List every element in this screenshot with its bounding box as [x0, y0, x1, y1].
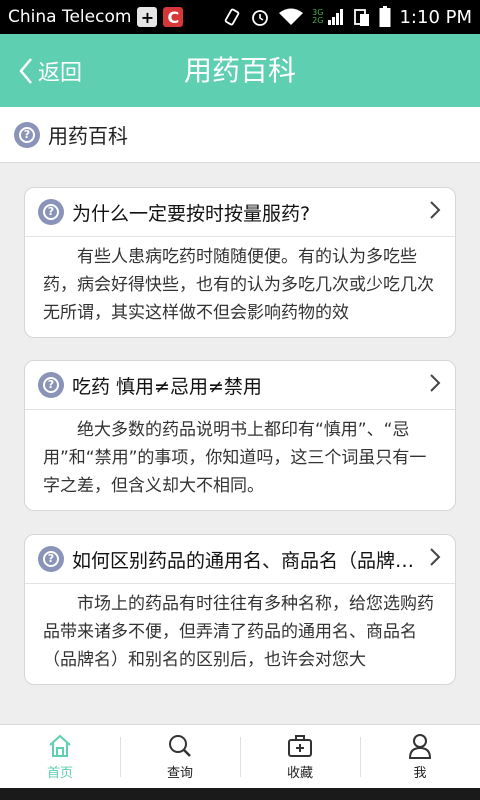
chevron-right-icon	[429, 373, 441, 397]
user-icon	[407, 733, 433, 759]
network-2g-label: 2G	[312, 16, 324, 25]
tab-label: 首页	[46, 766, 73, 781]
article-card[interactable]: ? 吃药 慎用≠忌用≠禁用 绝大多数的药品说明书上都印有“慎用”、“忌用”和“禁…	[24, 360, 456, 511]
app-header: 返回 用药百科	[0, 34, 480, 107]
vibrate-icon	[222, 7, 242, 27]
chevron-right-icon	[429, 200, 441, 224]
home-icon	[47, 733, 73, 759]
chevron-left-icon	[18, 57, 34, 85]
article-summary: 绝大多数的药品说明书上都印有“慎用”、“忌用”和“禁用”的事项，你知道吗，这三个…	[43, 420, 427, 496]
article-summary: 有些人患病吃药时随随便便。有的认为多吃些药，病会好得快些，也有的认为多吃几次或少…	[43, 247, 434, 323]
tab-me[interactable]: 我	[360, 725, 480, 789]
question-icon: ?	[38, 546, 64, 572]
app-notification-icon: C	[163, 7, 184, 27]
favorites-icon	[287, 733, 313, 759]
question-icon: ?	[38, 199, 64, 225]
article-card[interactable]: ? 为什么一定要按时按量服药? 有些人患病吃药时随随便便。有的认为多吃些药，病会…	[24, 187, 456, 338]
chevron-right-icon	[429, 547, 441, 571]
article-header: ? 如何区别药品的通用名、商品名（品牌名）和别名	[25, 535, 455, 584]
dual-sim-icon	[353, 7, 371, 27]
article-title: 吃药 慎用≠忌用≠禁用	[72, 375, 262, 398]
tab-label: 查询	[166, 766, 193, 781]
tab-favorites[interactable]: 收藏	[240, 725, 360, 789]
tab-label: 我	[413, 766, 427, 781]
back-button[interactable]: 返回	[18, 34, 82, 107]
tab-home[interactable]: 首页	[0, 725, 120, 789]
wifi-icon	[278, 7, 304, 27]
alarm-icon	[250, 7, 270, 27]
article-title: 如何区别药品的通用名、商品名（品牌名）和别名	[72, 549, 423, 572]
system-nav-bar	[0, 788, 480, 800]
carrier-name: China Telecom	[8, 7, 132, 27]
article-summary: 市场上的药品有时往往有多种名称，给您选购药品带来诸多不便，但弄清了药品的通用名、…	[43, 594, 434, 670]
bottom-tab-bar: 首页 查询 收藏 我	[0, 724, 480, 789]
clock-time: 1:10 PM	[399, 6, 472, 28]
tab-label: 收藏	[286, 766, 313, 781]
signal-icon	[327, 7, 345, 27]
status-bar: China Telecom + C 3G 2G 1:10 PM	[0, 0, 480, 34]
article-header: ? 为什么一定要按时按量服药?	[25, 188, 455, 237]
section-title: 用药百科	[48, 124, 128, 148]
plus-notification-icon: +	[137, 7, 158, 27]
battery-icon	[379, 6, 391, 28]
question-icon: ?	[38, 372, 64, 398]
back-label: 返回	[38, 60, 83, 86]
article-card[interactable]: ? 如何区别药品的通用名、商品名（品牌名）和别名 市场上的药品有时往往有多种名称…	[24, 534, 456, 685]
search-icon	[167, 733, 193, 759]
question-icon: ?	[14, 121, 40, 148]
article-header: ? 吃药 慎用≠忌用≠禁用	[25, 361, 455, 410]
article-title: 为什么一定要按时按量服药?	[72, 202, 311, 225]
network-type: 3G 2G	[312, 9, 323, 25]
tab-search[interactable]: 查询	[120, 725, 240, 789]
section-header: ? 用药百科	[0, 107, 480, 163]
